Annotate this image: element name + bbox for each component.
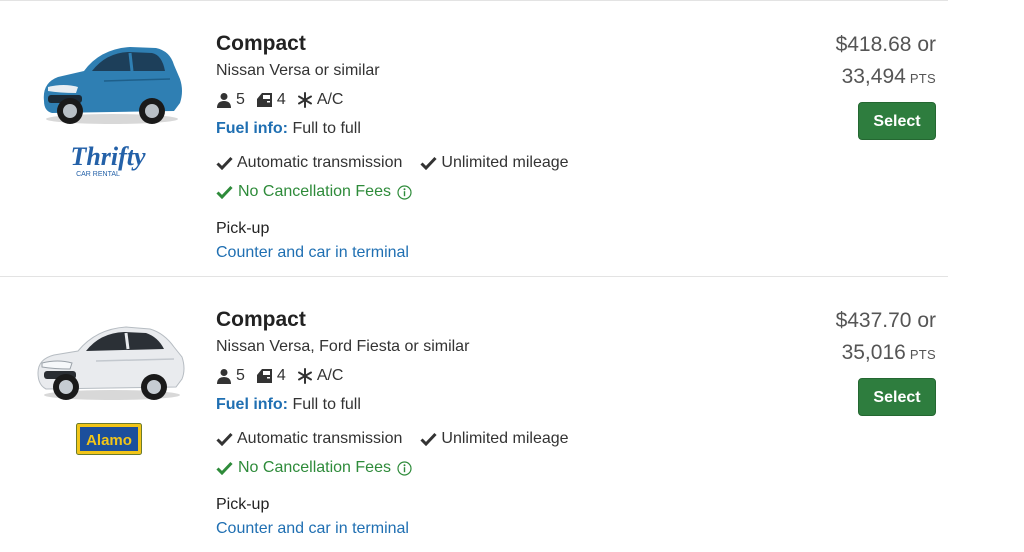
car-specs: 5 4 A/C (216, 90, 587, 110)
price: $418.68 or (835, 33, 936, 56)
snowflake-icon (297, 368, 312, 384)
door-icon (256, 369, 272, 383)
pickup-location-link[interactable]: Counter and car in terminal (216, 243, 587, 263)
car-features: Automatic transmission Unlimited mileage (216, 153, 587, 173)
feature-label: Unlimited mileage (441, 154, 569, 171)
cancellation-policy: No Cancellation Fees (216, 182, 587, 202)
fuel-info: Fuel info: Full to full (216, 395, 587, 415)
select-button[interactable]: Select (858, 102, 936, 140)
car-info: Compact Nissan Versa, Ford Fiesta or sim… (216, 307, 587, 539)
feature-label: Automatic transmission (237, 430, 403, 447)
fuel-info-value: Full to full (292, 120, 361, 137)
check-icon (216, 461, 233, 475)
ac-label: A/C (316, 367, 344, 384)
car-features: Automatic transmission Unlimited mileage (216, 429, 587, 449)
feature-mileage: Unlimited mileage (420, 429, 569, 449)
person-icon (217, 369, 231, 384)
door-spec: 4 (256, 90, 286, 110)
vendor-subtitle: CAR RENTAL (76, 171, 120, 178)
door-icon (256, 93, 272, 107)
car-model: Nissan Versa or similar (216, 62, 380, 79)
cancellation-policy: No Cancellation Fees (216, 458, 587, 478)
passenger-count: 5 (236, 91, 245, 108)
points: 35,016 PTS (836, 339, 936, 369)
ac-spec: A/C (297, 90, 344, 110)
car-specs: 5 4 A/C (216, 366, 587, 386)
car-model: Nissan Versa, Ford Fiesta or similar (216, 338, 470, 355)
door-count: 4 (276, 367, 286, 384)
price: $437.70 or (835, 309, 936, 332)
info-icon[interactable] (397, 460, 412, 476)
person-icon (217, 93, 231, 108)
check-icon (216, 185, 233, 199)
car-category: Compact (216, 308, 306, 331)
feature-label: Automatic transmission (237, 154, 403, 171)
alamo-logo: Alamo (76, 423, 142, 455)
door-spec: 4 (256, 366, 286, 386)
points-value: 33,494 (841, 65, 906, 88)
price-box: $437.70 or 35,016 PTS Select (836, 307, 936, 416)
fuel-info-label[interactable]: Fuel info: (216, 396, 288, 413)
car-info: Compact Nissan Versa or similar 5 4 A/C … (216, 31, 587, 263)
door-count: 4 (276, 91, 286, 108)
check-icon (216, 432, 233, 446)
car-listing: Alamo Compact Nissan Versa, Ford Fiesta … (0, 277, 948, 552)
car-image[interactable] (34, 307, 186, 405)
thrifty-logo: Thrifty CAR RENTAL (70, 142, 146, 178)
points: 33,494 PTS (836, 63, 936, 93)
feature-transmission: Automatic transmission (216, 429, 402, 449)
passenger-spec: 5 (216, 90, 245, 110)
points-value: 35,016 (841, 341, 906, 364)
cancellation-label: No Cancellation Fees (238, 459, 391, 476)
cancellation-label: No Cancellation Fees (238, 183, 391, 200)
snowflake-icon (297, 92, 312, 108)
car-listing: Thrifty CAR RENTAL Compact Nissan Versa … (0, 1, 948, 276)
ac-label: A/C (316, 91, 344, 108)
vendor-name: Thrifty (70, 142, 146, 171)
info-icon[interactable] (397, 184, 412, 200)
points-unit: PTS (909, 347, 936, 362)
price-box: $418.68 or 33,494 PTS Select (836, 31, 936, 140)
pickup-label: Pick-up (216, 220, 270, 237)
feature-transmission: Automatic transmission (216, 153, 402, 173)
fuel-info-label[interactable]: Fuel info: (216, 120, 288, 137)
car-results-list: Thrifty CAR RENTAL Compact Nissan Versa … (0, 0, 948, 552)
feature-label: Unlimited mileage (441, 430, 569, 447)
select-button[interactable]: Select (858, 378, 936, 416)
check-icon (420, 432, 437, 446)
check-icon (420, 156, 437, 170)
fuel-info: Fuel info: Full to full (216, 119, 587, 139)
car-image[interactable] (34, 31, 186, 129)
ac-spec: A/C (297, 366, 344, 386)
check-icon (216, 156, 233, 170)
car-category: Compact (216, 32, 306, 55)
points-unit: PTS (909, 71, 936, 86)
pickup-label: Pick-up (216, 496, 270, 513)
pickup-location-link[interactable]: Counter and car in terminal (216, 519, 587, 539)
passenger-count: 5 (236, 367, 245, 384)
passenger-spec: 5 (216, 366, 245, 386)
vendor-name: Alamo (86, 432, 132, 449)
feature-mileage: Unlimited mileage (420, 153, 569, 173)
fuel-info-value: Full to full (292, 396, 361, 413)
